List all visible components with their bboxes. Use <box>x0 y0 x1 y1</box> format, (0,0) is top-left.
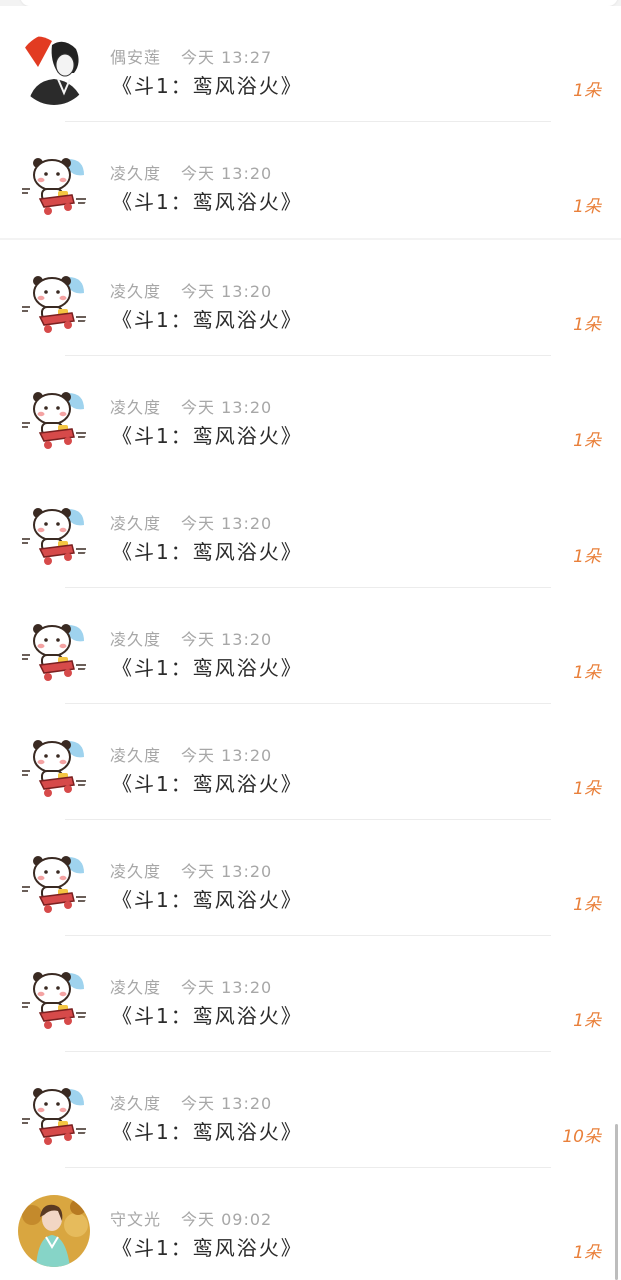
timestamp: 今天 09:02 <box>181 1210 273 1229</box>
panda-sticker-icon[interactable] <box>18 963 90 1035</box>
list-item[interactable]: 凌久度 今天 13:20 《斗1：鸾风浴火》 1朵 <box>0 472 621 588</box>
meta-line: 凌久度 今天 13:20 <box>110 394 272 418</box>
gift-message: 《斗1：鸾风浴火》 <box>112 1120 303 1144</box>
girl-photo-avatar-icon[interactable] <box>18 1195 90 1267</box>
gift-amount: 1朵 <box>573 1011 601 1031</box>
meta-line: 凌久度 今天 13:20 <box>110 742 272 766</box>
sender-name: 凌久度 <box>110 1094 162 1113</box>
gift-amount: 1朵 <box>573 1243 601 1263</box>
meta-line: 偶安莲 今天 13:27 <box>110 44 272 68</box>
gift-message: 《斗1：鸾风浴火》 <box>112 74 303 98</box>
gift-amount: 1朵 <box>573 547 601 567</box>
sender-name: 偶安莲 <box>110 48 162 67</box>
timestamp: 今天 13:20 <box>181 514 273 533</box>
meta-line: 凌久度 今天 13:20 <box>110 510 272 534</box>
panda-sticker-icon[interactable] <box>18 615 90 687</box>
list-item[interactable]: 凌久度 今天 13:20 《斗1：鸾风浴火》 1朵 <box>0 122 621 238</box>
sender-name: 凌久度 <box>110 164 162 183</box>
timestamp: 今天 13:20 <box>181 164 273 183</box>
meta-line: 凌久度 今天 13:20 <box>110 974 272 998</box>
gift-amount: 10朵 <box>562 1127 601 1147</box>
list-item[interactable]: 凌久度 今天 13:20 《斗1：鸾风浴火》 1朵 <box>0 820 621 936</box>
timestamp: 今天 13:20 <box>181 282 273 301</box>
sender-name: 凌久度 <box>110 746 162 765</box>
list-item[interactable]: 凌久度 今天 13:20 《斗1：鸾风浴火》 10朵 <box>0 1052 621 1168</box>
timestamp: 今天 13:27 <box>181 48 273 67</box>
gift-message: 《斗1：鸾风浴火》 <box>112 772 303 796</box>
gift-message: 《斗1：鸾风浴火》 <box>112 190 303 214</box>
gift-record-page: 偶安莲 今天 13:27 《斗1：鸾风浴火》 1朵 凌久度 今天 13:20 《… <box>0 0 621 1280</box>
list-group: 凌久度 今天 13:20 《斗1：鸾风浴火》 1朵 凌久度 今天 13:20 《… <box>0 472 621 1280</box>
gift-message: 《斗1：鸾风浴火》 <box>112 424 303 448</box>
boy-avatar-icon[interactable] <box>18 33 90 105</box>
sender-name: 凌久度 <box>110 514 162 533</box>
timestamp: 今天 13:20 <box>181 1094 273 1113</box>
scrollbar[interactable] <box>615 1124 618 1280</box>
sender-name: 凌久度 <box>110 862 162 881</box>
gift-amount: 1朵 <box>573 197 601 217</box>
meta-line: 守文光 今天 09:02 <box>110 1206 272 1230</box>
list-item[interactable]: 凌久度 今天 13:20 《斗1：鸾风浴火》 1朵 <box>0 704 621 820</box>
panda-sticker-icon[interactable] <box>18 383 90 455</box>
panda-sticker-icon[interactable] <box>18 499 90 571</box>
gift-message: 《斗1：鸾风浴火》 <box>112 540 303 564</box>
gift-message: 《斗1：鸾风浴火》 <box>112 1236 303 1260</box>
sender-name: 凌久度 <box>110 282 162 301</box>
gift-amount: 1朵 <box>573 431 601 451</box>
gift-message: 《斗1：鸾风浴火》 <box>112 1004 303 1028</box>
list-item[interactable]: 凌久度 今天 13:20 《斗1：鸾风浴火》 1朵 <box>0 588 621 704</box>
gift-amount: 1朵 <box>573 663 601 683</box>
timestamp: 今天 13:20 <box>181 398 273 417</box>
list-item[interactable]: 凌久度 今天 13:20 《斗1：鸾风浴火》 1朵 <box>0 240 621 356</box>
panda-sticker-icon[interactable] <box>18 847 90 919</box>
timestamp: 今天 13:20 <box>181 862 273 881</box>
timestamp: 今天 13:20 <box>181 630 273 649</box>
gift-message: 《斗1：鸾风浴火》 <box>112 308 303 332</box>
meta-line: 凌久度 今天 13:20 <box>110 626 272 650</box>
timestamp: 今天 13:20 <box>181 746 273 765</box>
list-group: 偶安莲 今天 13:27 《斗1：鸾风浴火》 1朵 凌久度 今天 13:20 《… <box>0 6 621 238</box>
list-item[interactable]: 凌久度 今天 13:20 《斗1：鸾风浴火》 1朵 <box>0 356 621 472</box>
sender-name: 凌久度 <box>110 978 162 997</box>
meta-line: 凌久度 今天 13:20 <box>110 858 272 882</box>
panda-sticker-icon[interactable] <box>18 267 90 339</box>
sender-name: 凌久度 <box>110 630 162 649</box>
sender-name: 凌久度 <box>110 398 162 417</box>
gift-amount: 1朵 <box>573 895 601 915</box>
sender-name: 守文光 <box>110 1210 162 1229</box>
panda-sticker-icon[interactable] <box>18 731 90 803</box>
gift-amount: 1朵 <box>573 315 601 335</box>
meta-line: 凌久度 今天 13:20 <box>110 1090 272 1114</box>
meta-line: 凌久度 今天 13:20 <box>110 160 272 184</box>
list-item[interactable]: 守文光 今天 09:02 《斗1：鸾风浴火》 1朵 <box>0 1168 621 1280</box>
list-group: 凌久度 今天 13:20 《斗1：鸾风浴火》 1朵 凌久度 今天 13:20 《… <box>0 240 621 472</box>
panda-sticker-icon[interactable] <box>18 1079 90 1151</box>
gift-amount: 1朵 <box>573 81 601 101</box>
meta-line: 凌久度 今天 13:20 <box>110 278 272 302</box>
timestamp: 今天 13:20 <box>181 978 273 997</box>
gift-message: 《斗1：鸾风浴火》 <box>112 888 303 912</box>
list-item[interactable]: 偶安莲 今天 13:27 《斗1：鸾风浴火》 1朵 <box>0 6 621 122</box>
gift-message: 《斗1：鸾风浴火》 <box>112 656 303 680</box>
list-item[interactable]: 凌久度 今天 13:20 《斗1：鸾风浴火》 1朵 <box>0 936 621 1052</box>
panda-sticker-icon[interactable] <box>18 149 90 221</box>
gift-amount: 1朵 <box>573 779 601 799</box>
